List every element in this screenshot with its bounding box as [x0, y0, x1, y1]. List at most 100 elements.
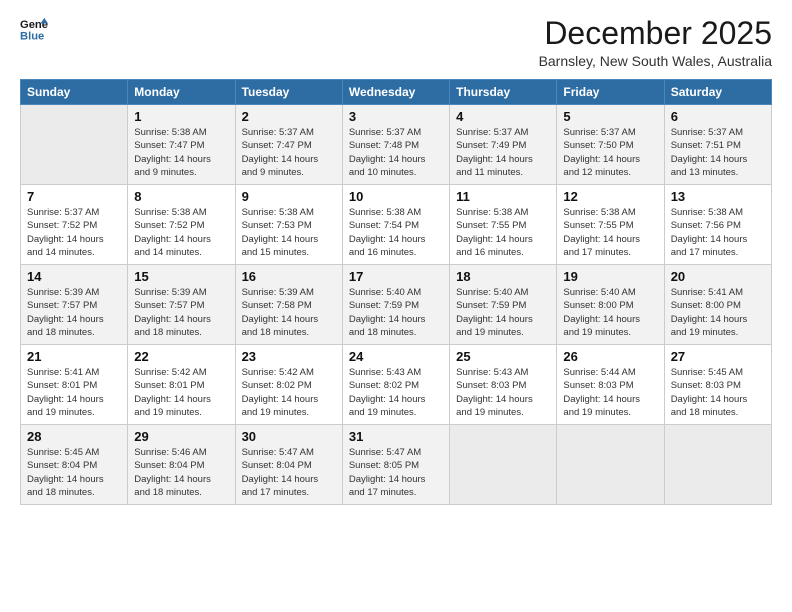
table-row: 28 Sunrise: 5:45 AM Sunset: 8:04 PM Dayli…: [21, 425, 128, 505]
day-info: Sunrise: 5:37 AM Sunset: 7:49 PM Dayligh…: [456, 126, 550, 179]
day-number: 18: [456, 269, 550, 284]
table-row: 3Sunrise: 5:37 AM Sunset: 7:48 PM Daylig…: [342, 105, 449, 185]
day-number: 31: [349, 429, 443, 444]
table-row: 14 Sunrise: 5:39 AM Sunset: 7:57 PM Dayli…: [21, 265, 128, 345]
day-info: Sunrise: 5:41 AM Sunset: 8:00 PM Dayligh…: [671, 286, 765, 339]
table-row: 10 Sunrise: 5:38 AM Sunset: 7:54 PM Dayli…: [342, 185, 449, 265]
day-number: 4: [456, 109, 550, 124]
day-number: 5: [563, 109, 657, 124]
table-row: 6 Sunrise: 5:37 AM Sunset: 7:51 PM Daylig…: [664, 105, 771, 185]
calendar-week-row: 28 Sunrise: 5:45 AM Sunset: 8:04 PM Dayli…: [21, 425, 772, 505]
day-number: 19: [563, 269, 657, 284]
day-number: 26: [563, 349, 657, 364]
table-row: 21 Sunrise: 5:41 AM Sunset: 8:01 PM Dayli…: [21, 345, 128, 425]
logo-icon: General Blue: [20, 16, 48, 44]
day-info: Sunrise: 5:38 AM Sunset: 7:47 PM Dayligh…: [134, 126, 228, 179]
day-info: Sunrise: 5:43 AM Sunset: 8:02 PM Dayligh…: [349, 366, 443, 419]
day-info: Sunrise: 5:42 AM Sunset: 8:01 PM Dayligh…: [134, 366, 228, 419]
table-row: 4 Sunrise: 5:37 AM Sunset: 7:49 PM Daylig…: [450, 105, 557, 185]
day-number: 1: [134, 109, 228, 124]
day-number: 13: [671, 189, 765, 204]
header: General Blue December 2025 Barnsley, New…: [20, 16, 772, 69]
subtitle: Barnsley, New South Wales, Australia: [539, 53, 772, 69]
table-row: 30Sunrise: 5:47 AM Sunset: 8:04 PM Dayli…: [235, 425, 342, 505]
page: General Blue December 2025 Barnsley, New…: [0, 0, 792, 612]
title-area: December 2025 Barnsley, New South Wales,…: [539, 16, 772, 69]
day-number: 27: [671, 349, 765, 364]
day-info: Sunrise: 5:40 AM Sunset: 7:59 PM Dayligh…: [349, 286, 443, 339]
day-number: 24: [349, 349, 443, 364]
day-number: 29: [134, 429, 228, 444]
col-thursday: Thursday: [450, 80, 557, 105]
table-row: 12 Sunrise: 5:38 AM Sunset: 7:55 PM Dayli…: [557, 185, 664, 265]
calendar-week-row: 1 Sunrise: 5:38 AM Sunset: 7:47 PM Daylig…: [21, 105, 772, 185]
day-number: 14: [27, 269, 121, 284]
table-row: 31 Sunrise: 5:47 AM Sunset: 8:05 PM Dayli…: [342, 425, 449, 505]
day-info: Sunrise: 5:38 AM Sunset: 7:54 PM Dayligh…: [349, 206, 443, 259]
day-number: 28: [27, 429, 121, 444]
day-info: Sunrise: 5:41 AM Sunset: 8:01 PM Dayligh…: [27, 366, 121, 419]
table-row: 23 Sunrise: 5:42 AM Sunset: 8:02 PM Dayli…: [235, 345, 342, 425]
col-wednesday: Wednesday: [342, 80, 449, 105]
col-sunday: Sunday: [21, 80, 128, 105]
day-info: Sunrise: 5:37 AM Sunset: 7:48 PM Dayligh…: [349, 126, 443, 179]
calendar-week-row: 14 Sunrise: 5:39 AM Sunset: 7:57 PM Dayli…: [21, 265, 772, 345]
main-title: December 2025: [539, 16, 772, 51]
table-row: 20Sunrise: 5:41 AM Sunset: 8:00 PM Dayli…: [664, 265, 771, 345]
calendar-table: Sunday Monday Tuesday Wednesday Thursday…: [20, 79, 772, 505]
day-info: Sunrise: 5:45 AM Sunset: 8:04 PM Dayligh…: [27, 446, 121, 499]
day-number: 8: [134, 189, 228, 204]
day-info: Sunrise: 5:45 AM Sunset: 8:03 PM Dayligh…: [671, 366, 765, 419]
day-info: Sunrise: 5:38 AM Sunset: 7:52 PM Dayligh…: [134, 206, 228, 259]
table-row: 13 Sunrise: 5:38 AM Sunset: 7:56 PM Dayli…: [664, 185, 771, 265]
col-monday: Monday: [128, 80, 235, 105]
day-number: 11: [456, 189, 550, 204]
day-info: Sunrise: 5:38 AM Sunset: 7:53 PM Dayligh…: [242, 206, 336, 259]
day-info: Sunrise: 5:37 AM Sunset: 7:52 PM Dayligh…: [27, 206, 121, 259]
table-row: 8 Sunrise: 5:38 AM Sunset: 7:52 PM Daylig…: [128, 185, 235, 265]
day-info: Sunrise: 5:44 AM Sunset: 8:03 PM Dayligh…: [563, 366, 657, 419]
day-info: Sunrise: 5:40 AM Sunset: 8:00 PM Dayligh…: [563, 286, 657, 339]
table-row: 29Sunrise: 5:46 AM Sunset: 8:04 PM Dayli…: [128, 425, 235, 505]
table-row: 26 Sunrise: 5:44 AM Sunset: 8:03 PM Dayli…: [557, 345, 664, 425]
table-row: 18Sunrise: 5:40 AM Sunset: 7:59 PM Dayli…: [450, 265, 557, 345]
day-number: 23: [242, 349, 336, 364]
table-row: [557, 425, 664, 505]
day-number: 9: [242, 189, 336, 204]
day-info: Sunrise: 5:38 AM Sunset: 7:55 PM Dayligh…: [563, 206, 657, 259]
day-info: Sunrise: 5:42 AM Sunset: 8:02 PM Dayligh…: [242, 366, 336, 419]
table-row: 5 Sunrise: 5:37 AM Sunset: 7:50 PM Daylig…: [557, 105, 664, 185]
day-number: 7: [27, 189, 121, 204]
day-info: Sunrise: 5:37 AM Sunset: 7:50 PM Dayligh…: [563, 126, 657, 179]
day-info: Sunrise: 5:39 AM Sunset: 7:57 PM Dayligh…: [134, 286, 228, 339]
day-number: 22: [134, 349, 228, 364]
day-number: 2: [242, 109, 336, 124]
table-row: 2Sunrise: 5:37 AM Sunset: 7:47 PM Daylig…: [235, 105, 342, 185]
calendar-week-row: 7 Sunrise: 5:37 AM Sunset: 7:52 PM Daylig…: [21, 185, 772, 265]
table-row: 16Sunrise: 5:39 AM Sunset: 7:58 PM Dayli…: [235, 265, 342, 345]
day-number: 10: [349, 189, 443, 204]
day-info: Sunrise: 5:37 AM Sunset: 7:51 PM Dayligh…: [671, 126, 765, 179]
day-number: 16: [242, 269, 336, 284]
day-number: 21: [27, 349, 121, 364]
day-info: Sunrise: 5:38 AM Sunset: 7:55 PM Dayligh…: [456, 206, 550, 259]
day-number: 30: [242, 429, 336, 444]
table-row: [21, 105, 128, 185]
day-number: 17: [349, 269, 443, 284]
table-row: 17 Sunrise: 5:40 AM Sunset: 7:59 PM Dayli…: [342, 265, 449, 345]
table-row: 25Sunrise: 5:43 AM Sunset: 8:03 PM Dayli…: [450, 345, 557, 425]
col-saturday: Saturday: [664, 80, 771, 105]
day-number: 6: [671, 109, 765, 124]
day-number: 25: [456, 349, 550, 364]
calendar-week-row: 21 Sunrise: 5:41 AM Sunset: 8:01 PM Dayli…: [21, 345, 772, 425]
table-row: 19 Sunrise: 5:40 AM Sunset: 8:00 PM Dayli…: [557, 265, 664, 345]
day-number: 12: [563, 189, 657, 204]
day-info: Sunrise: 5:47 AM Sunset: 8:05 PM Dayligh…: [349, 446, 443, 499]
table-row: 9 Sunrise: 5:38 AM Sunset: 7:53 PM Daylig…: [235, 185, 342, 265]
day-info: Sunrise: 5:38 AM Sunset: 7:56 PM Dayligh…: [671, 206, 765, 259]
col-friday: Friday: [557, 80, 664, 105]
day-info: Sunrise: 5:39 AM Sunset: 7:57 PM Dayligh…: [27, 286, 121, 339]
col-tuesday: Tuesday: [235, 80, 342, 105]
svg-text:Blue: Blue: [20, 30, 44, 42]
day-number: 15: [134, 269, 228, 284]
